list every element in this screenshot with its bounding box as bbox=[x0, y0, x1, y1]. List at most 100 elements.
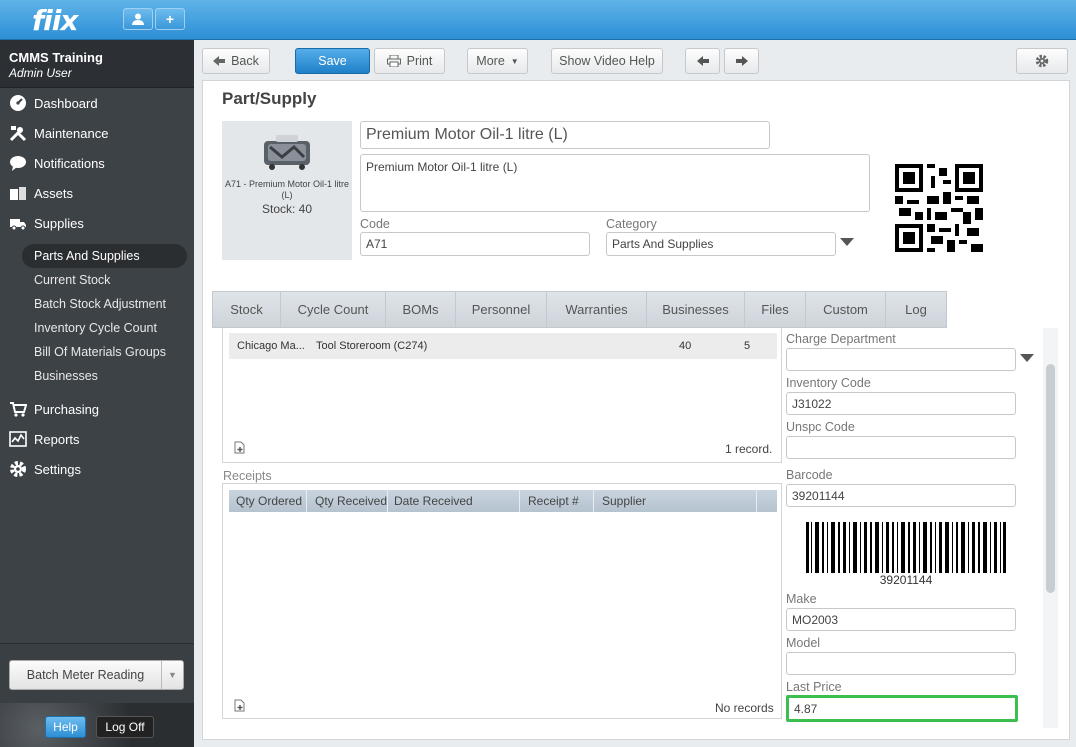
previous-record-button[interactable] bbox=[685, 48, 720, 74]
org-header: CMMS Training Admin User bbox=[0, 40, 194, 88]
column-qty-ordered[interactable]: Qty Ordered bbox=[236, 494, 302, 508]
nav-label: Settings bbox=[34, 461, 81, 477]
part-thumbnail[interactable]: A71 - Premium Motor Oil-1 litre (L) Stoc… bbox=[222, 121, 352, 260]
nav-label: Reports bbox=[34, 431, 80, 447]
show-video-help-button[interactable]: Show Video Help bbox=[551, 48, 663, 74]
nav-dashboard[interactable]: Dashboard bbox=[0, 89, 194, 117]
model-input[interactable] bbox=[786, 652, 1016, 675]
nav-purchasing[interactable]: Purchasing bbox=[0, 395, 194, 423]
description-textarea[interactable]: Premium Motor Oil-1 litre (L) bbox=[360, 154, 870, 212]
nav-notifications[interactable]: Notifications bbox=[0, 149, 194, 177]
print-button[interactable]: Print bbox=[374, 48, 445, 74]
subnav-businesses[interactable]: Businesses bbox=[22, 364, 187, 388]
boxes-icon bbox=[9, 184, 27, 202]
receipts-grid: Qty Ordered Qty Received Date Received R… bbox=[222, 483, 782, 719]
settings-button[interactable] bbox=[1016, 48, 1068, 74]
user-button[interactable] bbox=[123, 8, 153, 30]
help-button[interactable]: Help bbox=[45, 716, 86, 738]
nav-maintenance[interactable]: Maintenance bbox=[0, 119, 194, 147]
nav-assets[interactable]: Assets bbox=[0, 179, 194, 207]
chevron-down-icon[interactable] bbox=[840, 238, 854, 246]
barcode-label: Barcode bbox=[786, 468, 833, 482]
batch-meter-reading-button[interactable]: Batch Meter Reading ▼ bbox=[9, 660, 184, 690]
charge-department-select[interactable] bbox=[786, 348, 1016, 371]
sidebar: CMMS Training Admin User Dashboard Maint… bbox=[0, 40, 194, 747]
unspc-code-label: Unspc Code bbox=[786, 420, 855, 434]
next-record-button[interactable] bbox=[724, 48, 759, 74]
back-button[interactable]: Back bbox=[202, 48, 270, 74]
org-name: CMMS Training bbox=[9, 50, 103, 65]
add-record-icon[interactable] bbox=[234, 441, 246, 454]
stock-min: 5 bbox=[744, 340, 751, 352]
thumbnail-caption: A71 - Premium Motor Oil-1 litre (L) bbox=[224, 179, 350, 200]
subnav-inventory-cycle-count[interactable]: Inventory Cycle Count bbox=[22, 316, 187, 340]
nav-supplies[interactable]: Supplies bbox=[0, 209, 194, 237]
tab-warranties[interactable]: Warranties bbox=[547, 292, 647, 327]
unspc-code-input[interactable] bbox=[786, 436, 1016, 459]
record-count: 1 record. bbox=[725, 442, 773, 456]
nav-label: Supplies bbox=[34, 215, 84, 231]
more-label: More bbox=[476, 54, 505, 68]
plus-icon: + bbox=[165, 11, 175, 27]
receipts-header: Qty Ordered Qty Received Date Received R… bbox=[229, 490, 777, 512]
motor-image-icon bbox=[264, 135, 310, 170]
barcode-input[interactable]: 39201144 bbox=[786, 484, 1016, 507]
nav-label: Assets bbox=[34, 185, 74, 201]
tab-cycle-count[interactable]: Cycle Count bbox=[281, 292, 386, 327]
tab-boms[interactable]: BOMs bbox=[386, 292, 456, 327]
nav-label: Maintenance bbox=[34, 125, 109, 141]
nav-label: Notifications bbox=[34, 155, 105, 171]
category-label: Category bbox=[606, 217, 657, 231]
save-button[interactable]: Save bbox=[295, 48, 370, 74]
caret-down-icon: ▼ bbox=[510, 56, 519, 66]
tab-log[interactable]: Log bbox=[886, 292, 946, 327]
more-dropdown[interactable]: More ▼ bbox=[467, 48, 528, 74]
code-input[interactable]: A71 bbox=[360, 232, 590, 256]
add-record-icon[interactable] bbox=[234, 699, 246, 712]
printer-icon bbox=[386, 55, 401, 67]
nav-settings[interactable]: Settings bbox=[0, 455, 194, 483]
scrollbar-thumb[interactable] bbox=[1046, 364, 1055, 593]
tab-personnel[interactable]: Personnel bbox=[456, 292, 547, 327]
last-price-label: Last Price bbox=[786, 680, 842, 694]
qr-code bbox=[895, 164, 983, 252]
log-off-button[interactable]: Log Off bbox=[96, 716, 154, 738]
subnav-parts-and-supplies[interactable]: Parts And Supplies bbox=[22, 244, 187, 268]
dashboard-icon bbox=[9, 94, 27, 112]
truck-icon bbox=[9, 214, 27, 232]
subnav-bill-of-materials-groups[interactable]: Bill Of Materials Groups bbox=[22, 340, 187, 364]
barcode-number: 39201144 bbox=[806, 573, 1006, 587]
arrow-left-icon bbox=[696, 56, 709, 66]
stock-grid: Chicago Ma... Tool Storeroom (C274) 40 5… bbox=[222, 328, 782, 463]
inventory-code-input[interactable]: J31022 bbox=[786, 392, 1016, 415]
part-name-input[interactable]: Premium Motor Oil-1 litre (L) bbox=[360, 121, 770, 149]
user-name: Admin User bbox=[9, 66, 72, 80]
fiix-logo[interactable]: fiix bbox=[32, 4, 78, 37]
tab-stock[interactable]: Stock bbox=[213, 292, 281, 327]
no-records-text: No records bbox=[715, 701, 774, 715]
chevron-down-icon[interactable] bbox=[1020, 354, 1034, 362]
charge-department-label: Charge Department bbox=[786, 332, 896, 346]
chevron-down-icon[interactable]: ▼ bbox=[161, 661, 183, 689]
nav-reports[interactable]: Reports bbox=[0, 425, 194, 453]
stock-qty: 40 bbox=[679, 340, 692, 352]
subnav-batch-stock-adjustment[interactable]: Batch Stock Adjustment bbox=[22, 292, 187, 316]
table-row[interactable]: Chicago Ma... Tool Storeroom (C274) 40 5 bbox=[229, 333, 777, 359]
column-receipt-number[interactable]: Receipt # bbox=[528, 494, 579, 508]
batch-meter-label: Batch Meter Reading bbox=[26, 668, 145, 682]
inventory-code-label: Inventory Code bbox=[786, 376, 871, 390]
column-supplier[interactable]: Supplier bbox=[602, 494, 646, 508]
make-input[interactable]: MO2003 bbox=[786, 608, 1016, 631]
gear-icon bbox=[1035, 54, 1049, 68]
receipts-title: Receipts bbox=[223, 469, 272, 483]
stock-facility: Chicago Ma... bbox=[237, 340, 305, 352]
subnav-current-stock[interactable]: Current Stock bbox=[22, 268, 187, 292]
tab-businesses[interactable]: Businesses bbox=[647, 292, 745, 327]
add-button[interactable]: + bbox=[155, 8, 185, 30]
column-qty-received[interactable]: Qty Received bbox=[315, 494, 387, 508]
tab-files[interactable]: Files bbox=[745, 292, 806, 327]
category-select[interactable]: Parts And Supplies bbox=[606, 232, 836, 256]
tab-custom[interactable]: Custom bbox=[806, 292, 886, 327]
last-price-input[interactable]: 4.87 bbox=[786, 695, 1018, 722]
column-date-received[interactable]: Date Received bbox=[394, 494, 473, 508]
